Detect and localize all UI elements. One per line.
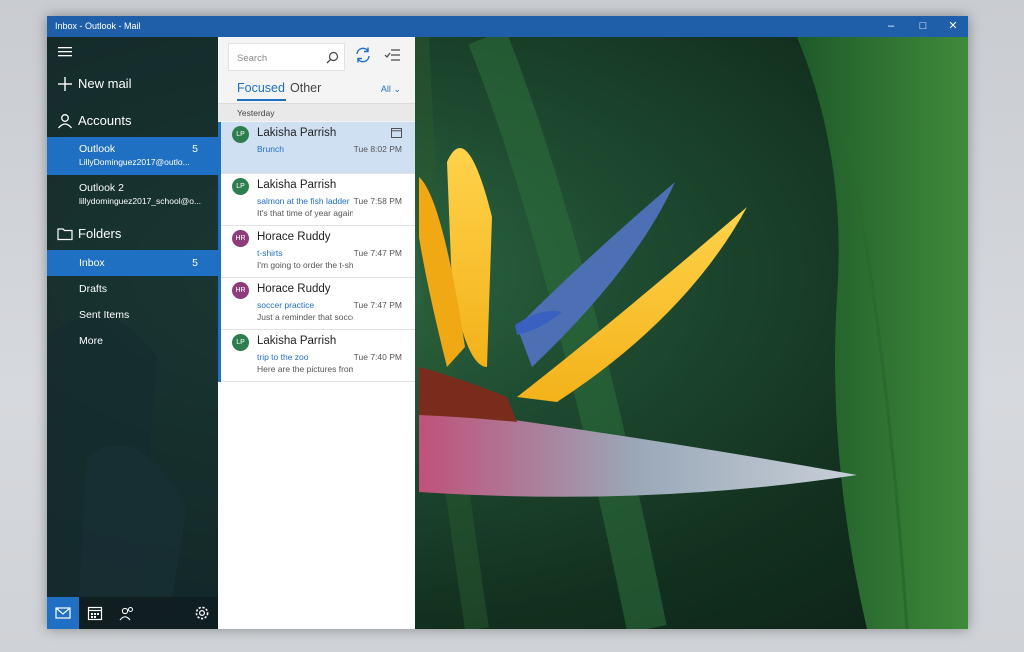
message-sender: Horace Ruddy <box>257 231 331 243</box>
close-button[interactable]: ✕ <box>938 16 968 37</box>
filter-label: All <box>380 84 391 94</box>
tab-focused[interactable]: Focused <box>237 81 285 95</box>
message-item[interactable]: LP Lakisha Parrish trip to the zoo Here … <box>218 330 415 382</box>
settings-button[interactable] <box>186 597 218 629</box>
message-item[interactable]: LP Lakisha Parrish salmon at the fish la… <box>218 174 415 226</box>
mail-icon <box>55 607 71 619</box>
date-group-label: Yesterday <box>237 108 275 118</box>
message-preview: I'm going to order the t-shirts <box>257 260 353 270</box>
navigation-pane: New mail Accounts Outlook LillyDominguez… <box>47 37 218 629</box>
message-item[interactable]: HR Horace Ruddy t-shirts I'm going to or… <box>218 226 415 278</box>
message-time: Tue 7:40 PM <box>353 352 402 362</box>
tab-other[interactable]: Other <box>290 81 321 95</box>
sync-icon[interactable] <box>353 45 373 65</box>
title-bar: Inbox - Outlook - Mail – □ ✕ <box>47 16 968 37</box>
plus-icon <box>58 77 72 91</box>
account-email: LillyDominguez2017@outlo... <box>79 157 190 167</box>
account-name: Outlook <box>79 143 116 155</box>
calendar-icon <box>87 606 103 621</box>
window-title: Inbox - Outlook - Mail <box>55 21 141 31</box>
unread-indicator <box>218 174 221 226</box>
unread-indicator <box>218 226 221 278</box>
message-list-pane: Search Focused Other All ⌄ Yesterday LP … <box>218 37 415 629</box>
date-group-header: Yesterday <box>218 103 415 121</box>
message-time: Tue 7:47 PM <box>353 248 402 258</box>
new-mail-label: New mail <box>78 76 132 91</box>
new-mail-button[interactable]: New mail <box>47 66 218 102</box>
account-email: lillydominguez2017_school@o... <box>79 196 202 206</box>
message-time: Tue 8:02 PM <box>353 144 402 154</box>
person-icon <box>57 114 73 129</box>
message-item[interactable]: HR Horace Ruddy soccer practice Just a r… <box>218 278 415 330</box>
message-subject: Brunch <box>257 144 284 154</box>
app-switcher-bar <box>47 597 218 629</box>
chevron-down-icon: ⌄ <box>393 84 401 94</box>
search-icon[interactable] <box>326 51 339 64</box>
message-sender: Lakisha Parrish <box>257 335 337 347</box>
people-icon <box>119 607 133 621</box>
message-preview: Here are the pictures from <box>257 364 353 374</box>
folders-label: Folders <box>78 226 122 241</box>
folder-item-inbox[interactable]: Inbox 5 <box>47 250 218 276</box>
avatar: LP <box>232 334 249 351</box>
message-preview: It's that time of year again <box>257 208 353 218</box>
avatar: HR <box>232 230 249 247</box>
avatar: HR <box>232 282 249 299</box>
message-subject: trip to the zoo <box>257 352 309 362</box>
message-sender: Lakisha Parrish <box>257 127 337 139</box>
folder-item-sent-items[interactable]: Sent Items <box>47 302 218 328</box>
mail-button[interactable] <box>47 597 79 629</box>
message-sender: Horace Ruddy <box>257 283 331 295</box>
message-subject: t-shirts <box>257 248 283 258</box>
message-preview: Just a reminder that soccer <box>257 312 353 322</box>
maximize-button[interactable]: □ <box>908 16 938 37</box>
hamburger-menu-icon[interactable] <box>58 46 72 58</box>
folder-item-more[interactable]: More <box>47 328 218 354</box>
message-time: Tue 7:47 PM <box>353 300 402 310</box>
filter-dropdown[interactable]: All ⌄ <box>381 84 401 95</box>
account-item-outlook-2[interactable]: Outlook 2 lillydominguez2017_school@o... <box>47 176 218 214</box>
folders-header[interactable]: Folders <box>47 216 218 252</box>
calendar-button[interactable] <box>79 597 111 629</box>
search-box[interactable]: Search <box>228 43 345 71</box>
folder-name: Inbox <box>79 257 105 269</box>
folder-unread-count: 5 <box>192 257 198 269</box>
accounts-header[interactable]: Accounts <box>47 103 218 139</box>
selection-mode-icon[interactable] <box>383 45 403 65</box>
active-tab-indicator <box>237 99 286 101</box>
accounts-label: Accounts <box>78 113 132 128</box>
folder-name: Drafts <box>79 283 108 295</box>
people-button[interactable] <box>111 597 143 629</box>
account-unread-count: 5 <box>192 143 198 155</box>
settings-icon <box>195 606 209 620</box>
unread-indicator <box>218 122 221 174</box>
inbox-tabs: Focused Other All ⌄ <box>218 77 415 101</box>
calendar-icon <box>391 128 402 138</box>
folder-icon <box>57 228 73 241</box>
account-name: Outlook 2 <box>79 182 124 194</box>
message-subject: salmon at the fish ladder <box>257 196 350 206</box>
minimize-button[interactable]: – <box>876 16 906 37</box>
message-time: Tue 7:58 PM <box>353 196 402 206</box>
mail-window: Inbox - Outlook - Mail – □ ✕ New mail Ac… <box>47 16 968 629</box>
avatar: LP <box>232 126 249 143</box>
folder-name: Sent Items <box>79 309 130 321</box>
account-item-outlook[interactable]: Outlook LillyDominguez2017@outlo... 5 <box>47 137 218 175</box>
search-input[interactable]: Search <box>237 53 267 64</box>
unread-indicator <box>218 278 221 330</box>
avatar: LP <box>232 178 249 195</box>
message-sender: Lakisha Parrish <box>257 179 337 191</box>
folder-item-drafts[interactable]: Drafts <box>47 276 218 302</box>
message-subject: soccer practice <box>257 300 315 310</box>
unread-indicator <box>218 330 221 382</box>
folder-name: More <box>79 335 103 347</box>
message-list-empty-area <box>218 382 415 629</box>
message-item[interactable]: LP Lakisha Parrish Brunch Tue 8:02 PM <box>218 122 415 174</box>
